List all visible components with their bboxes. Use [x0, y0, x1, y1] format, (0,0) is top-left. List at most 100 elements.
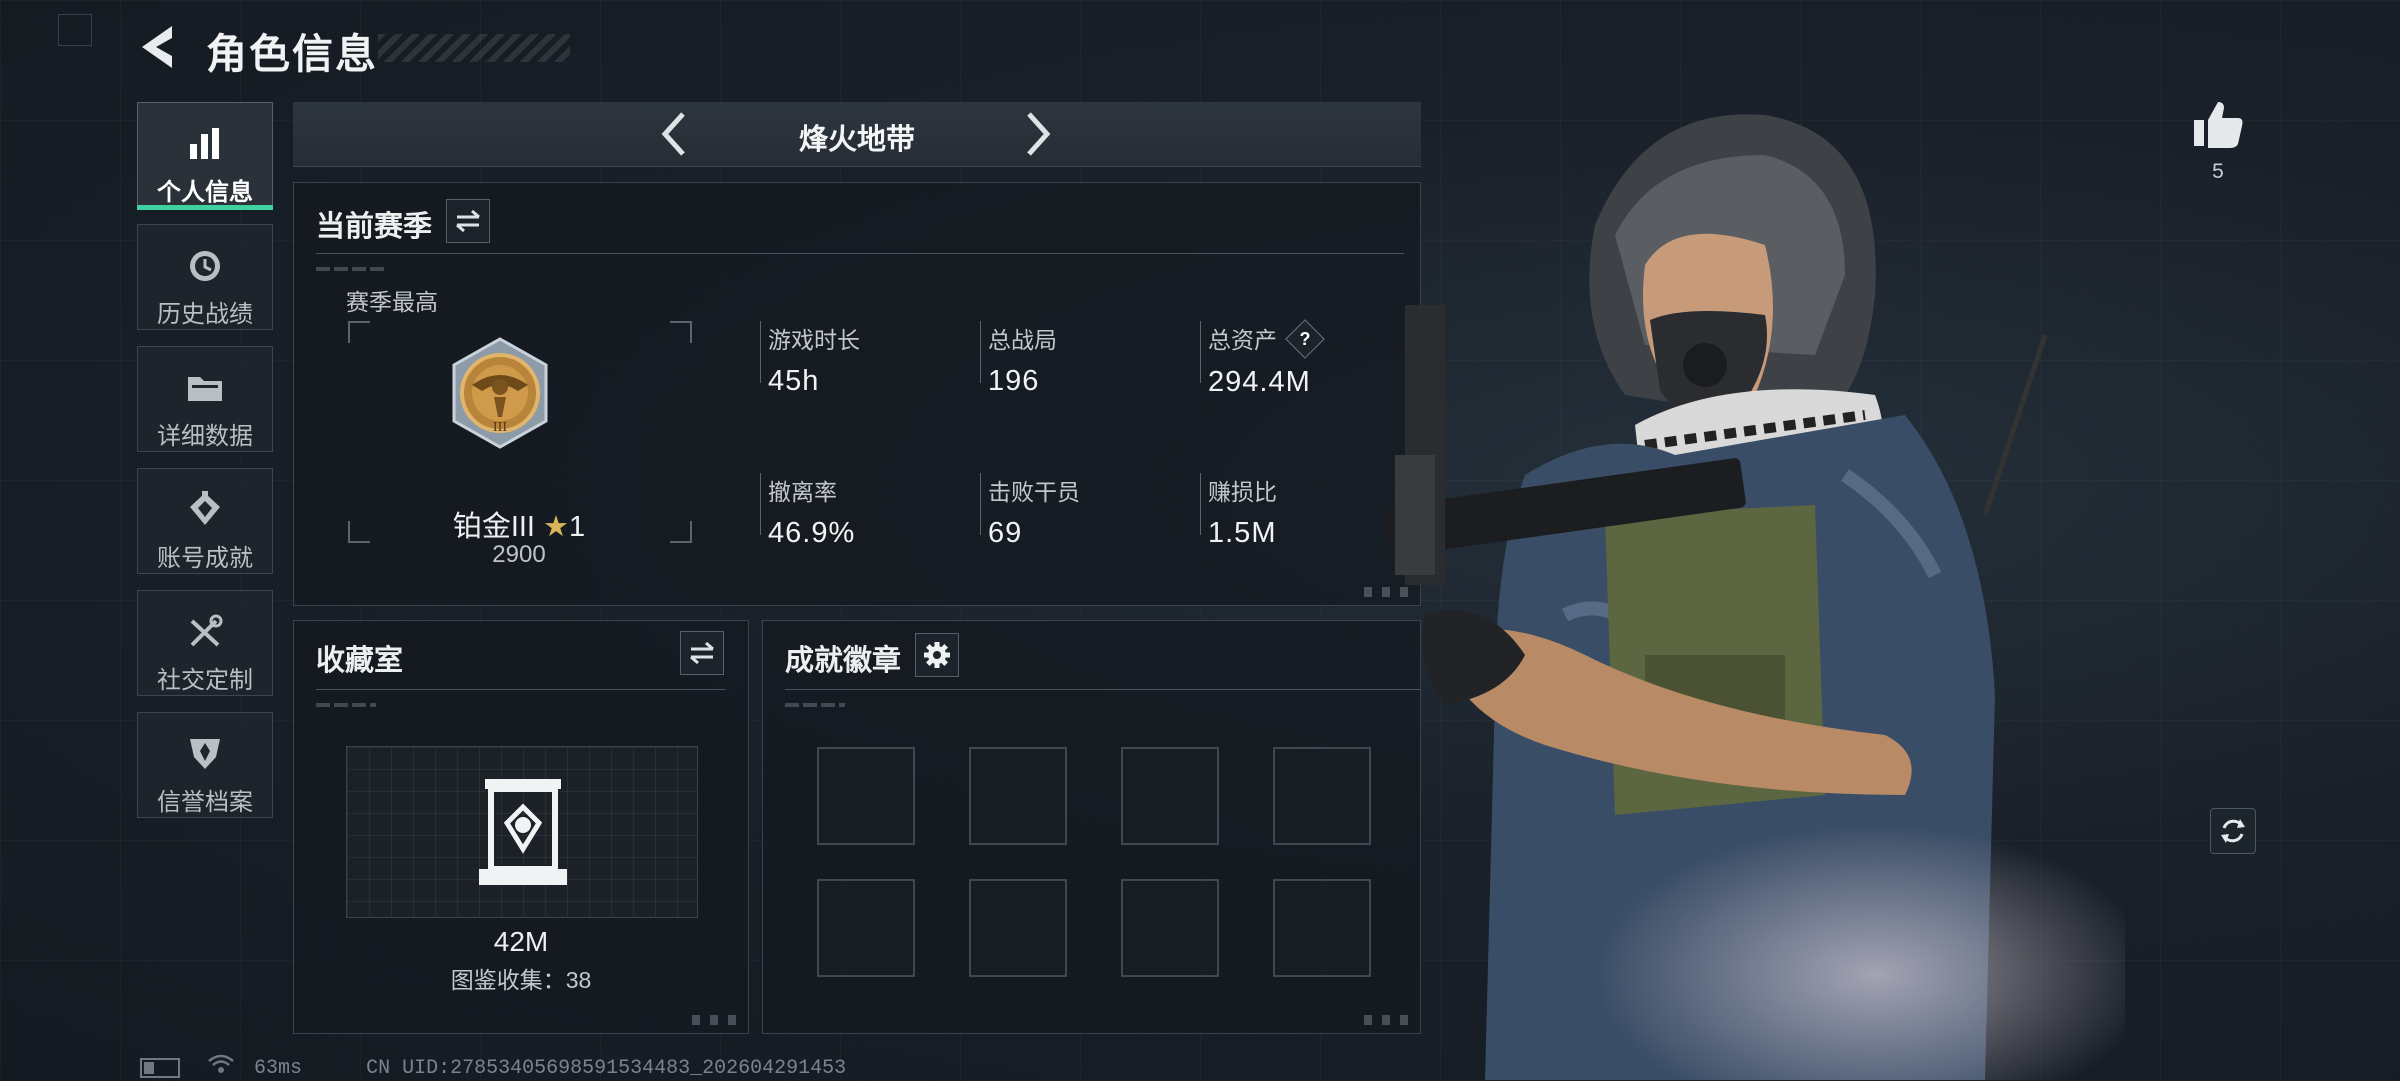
battery-icon: [140, 1057, 180, 1078]
shield-icon: [184, 733, 226, 774]
rank-line: 铂金III ★1: [348, 503, 690, 545]
badge-slot[interactable]: [1121, 879, 1219, 977]
sidebar-item-social-custom[interactable]: 社交定制: [137, 590, 273, 696]
title-decoration: [378, 34, 570, 62]
swap-icon: [690, 641, 714, 665]
stat-label: 游戏时长: [768, 327, 860, 353]
decoration-lines: [316, 267, 386, 271]
stat-label: 总战局: [988, 327, 1057, 353]
stat-label: 总资产 ?: [1208, 319, 1326, 359]
mode-title: 烽火地带: [798, 124, 915, 156]
stat-label: 赚损比: [1208, 479, 1277, 505]
season-title: 当前赛季: [316, 211, 433, 243]
rank-name: 铂金III: [452, 511, 535, 543]
badge-slot[interactable]: [817, 747, 915, 845]
achievements-title: 成就徽章: [785, 645, 902, 677]
gear-icon: [924, 642, 950, 668]
svg-text:III: III: [493, 420, 507, 434]
rank-stars: 1: [569, 511, 586, 543]
clock-icon: [184, 245, 226, 286]
badge-slot[interactable]: [817, 879, 915, 977]
badge-slot[interactable]: [969, 747, 1067, 845]
stat-value: 69: [988, 517, 1023, 549]
sidebar-item-reputation[interactable]: 信誉档案: [137, 712, 273, 818]
sidebar-item-label: 账号成就: [157, 545, 253, 572]
sidebar-item-label: 历史战绩: [157, 301, 253, 328]
sidebar: 个人信息 历史战绩 详细数据 账号成就 社交定制 信誉档案: [137, 102, 275, 834]
stat-separator: [1200, 321, 1201, 383]
stat-total-matches: 总战局 196: [988, 321, 1057, 398]
display-case-icon: [479, 779, 567, 885]
sidebar-item-history[interactable]: 历史战绩: [137, 224, 273, 330]
refresh-icon: [2221, 819, 2245, 843]
mode-selector: 烽火地带: [293, 102, 1421, 167]
stat-separator: [980, 321, 981, 383]
chevron-right-icon: [1027, 112, 1051, 156]
stat-label: 击败干员: [988, 479, 1080, 505]
stat-value: 46.9%: [768, 517, 856, 549]
back-arrow-icon: [142, 26, 172, 68]
stat-separator: [1200, 473, 1201, 535]
stat-value: 45h: [768, 365, 820, 397]
season-panel: 当前赛季 赛季最高 III 铂金III ★1 2900 游戏时长 45h 总战局…: [293, 182, 1421, 606]
sidebar-item-label: 信誉档案: [157, 789, 253, 816]
collection-title: 收藏室: [316, 645, 404, 677]
stat-value: 196: [988, 365, 1040, 397]
stat-separator: [760, 473, 761, 535]
stat-value: 294.4M: [1208, 365, 1311, 398]
decoration-lines: [785, 703, 845, 707]
achievements-settings-button[interactable]: [915, 633, 959, 677]
sidebar-item-label: 个人信息: [157, 179, 253, 206]
swap-icon: [456, 209, 480, 233]
sidebar-item-label: 详细数据: [157, 423, 253, 450]
stat-play-time: 游戏时长 45h: [768, 321, 860, 398]
ping-text: 63ms: [254, 1056, 303, 1080]
stat-value: 1.5M: [1208, 517, 1277, 549]
trophy-icon: [184, 489, 226, 530]
wifi-icon: [208, 1054, 234, 1081]
collection-switch-button[interactable]: [680, 631, 724, 675]
stat-total-assets: 总资产 ? 294.4M: [1208, 319, 1326, 399]
back-button[interactable]: [136, 22, 184, 72]
badge-slot[interactable]: [969, 879, 1067, 977]
character-model[interactable]: [1345, 95, 2125, 1080]
corner-decoration: [688, 1015, 740, 1025]
sidebar-item-personal-info[interactable]: 个人信息: [137, 102, 273, 210]
uid-text: CN UID:27853405698591534483_202604291453: [366, 1056, 847, 1080]
sidebar-item-label: 社交定制: [157, 667, 253, 694]
stat-separator: [980, 473, 981, 535]
collection-divider: [316, 689, 726, 690]
star-icon: ★: [543, 511, 570, 543]
badge-slot[interactable]: [1121, 747, 1219, 845]
frame-corner: [348, 321, 370, 343]
frame-corner: [670, 321, 692, 343]
bar-chart-icon: [184, 123, 226, 164]
season-best-label: 赛季最高: [346, 289, 438, 315]
stat-profit-loss: 赚损比 1.5M: [1208, 473, 1277, 550]
next-mode-button[interactable]: [1013, 110, 1061, 158]
stat-extraction-rate: 撤离率 46.9%: [768, 473, 855, 550]
status-footer: 63ms CN UID:27853405698591534483_2026042…: [140, 1054, 846, 1081]
collection-count: 图鉴收集：38: [450, 967, 592, 993]
sidebar-item-achievements[interactable]: 账号成就: [137, 468, 273, 574]
rotate-model-button[interactable]: [2210, 808, 2256, 854]
page-title: 角色信息: [206, 31, 378, 77]
sidebar-item-detailed-data[interactable]: 详细数据: [137, 346, 273, 452]
achievements-panel: 成就徽章: [762, 620, 1421, 1034]
rank-score: 2900: [492, 541, 546, 568]
help-icon[interactable]: ?: [1285, 319, 1326, 359]
help-glyph: ?: [1299, 328, 1311, 349]
stat-separator: [760, 321, 761, 383]
stat-operators-defeated: 击败干员 69: [988, 473, 1080, 550]
like-button[interactable]: [2190, 96, 2246, 152]
season-switch-button[interactable]: [446, 199, 490, 243]
season-divider: [316, 253, 1404, 254]
collection-value: 42M: [493, 926, 549, 957]
tools-icon: [184, 611, 226, 652]
achievements-divider: [785, 689, 1420, 690]
corner-decoration: [58, 14, 92, 46]
folder-icon: [184, 367, 226, 408]
like-count: 5: [2212, 160, 2224, 183]
collection-display[interactable]: [346, 746, 698, 918]
stat-label: 撤离率: [768, 479, 837, 505]
